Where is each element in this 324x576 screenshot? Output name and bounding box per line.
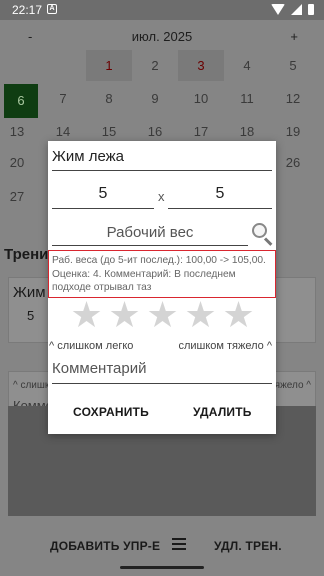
calendar-day[interactable]: 4 (224, 50, 270, 81)
card-hint-high: яжело ^ (274, 380, 311, 391)
calendar-day[interactable]: 6 (4, 84, 38, 118)
calendar-day[interactable]: 26 (270, 147, 316, 178)
sets-field[interactable]: 5 (52, 185, 154, 209)
star-icon[interactable]: ★ (222, 297, 255, 333)
reps-field[interactable]: 5 (168, 185, 272, 209)
battery-icon (308, 4, 314, 15)
calendar-day[interactable]: 2 (132, 50, 178, 81)
menu-icon[interactable] (172, 538, 186, 550)
star-icon[interactable]: ★ (184, 297, 217, 333)
card-value: 5 (27, 308, 35, 323)
exercise-dialog: Жим лежа 5 x 5 Рабочий вес Раб. веса (до… (48, 141, 276, 434)
card-title: Жим (13, 284, 46, 301)
clock: 22:17 (12, 3, 43, 17)
card-hint-low: ^ слишк (13, 380, 50, 391)
calendar-day[interactable]: 1 (86, 50, 132, 81)
status-bar: 22:17 A (0, 0, 324, 20)
star-icon[interactable]: ★ (146, 297, 179, 333)
calendar-day[interactable]: 9 (132, 83, 178, 114)
calendar-day[interactable]: 11 (224, 83, 270, 114)
comment-field[interactable]: Комментарий (52, 360, 272, 384)
scale-low-label: ^ слишком легко (49, 340, 134, 352)
scale-high-label: слишком тяжело ^ (178, 340, 272, 352)
star-icon[interactable]: ★ (70, 297, 103, 333)
star-icon[interactable]: ★ (108, 297, 141, 333)
month-title: июл. 2025 (131, 29, 193, 44)
times-sign: x (158, 189, 165, 204)
next-month-button[interactable]: + (290, 29, 298, 44)
calendar-day[interactable]: 20 (0, 147, 40, 178)
section-title: Трени (4, 246, 49, 263)
search-icon[interactable] (252, 223, 274, 246)
delete-button[interactable]: УДАЛИТЬ (193, 405, 252, 419)
calendar-day[interactable]: 27 (0, 181, 40, 212)
calendar-day[interactable]: 10 (178, 83, 224, 114)
calendar-day[interactable]: 13 (0, 116, 40, 147)
calendar-day[interactable]: 5 (270, 50, 316, 81)
calendar-day[interactable]: 8 (86, 83, 132, 114)
status-icons (271, 4, 314, 15)
save-button[interactable]: СОХРАНИТЬ (73, 405, 149, 419)
exercise-name-field[interactable]: Жим лежа (52, 148, 272, 171)
notification-icon: A (47, 4, 57, 14)
calendar-day[interactable]: 7 (40, 83, 86, 114)
calendar-day[interactable]: 12 (270, 83, 316, 114)
add-exercise-button[interactable]: ДОБАВИТЬ УПР-Е (50, 539, 160, 553)
gesture-bar (120, 566, 204, 569)
delete-workout-button[interactable]: УДЛ. ТРЕН. (214, 539, 282, 553)
wifi-icon (271, 4, 285, 15)
calendar-day[interactable]: 19 (270, 116, 316, 147)
calendar-day[interactable]: 3 (178, 50, 224, 81)
rating-stars[interactable]: ★ ★ ★ ★ ★ (70, 297, 255, 333)
history-info: Раб. веса (до 5-ит послед.): 100,00 -> 1… (48, 250, 276, 298)
signal-icon (291, 4, 302, 15)
working-weight-field[interactable]: Рабочий вес (52, 224, 248, 246)
calendar-header: - июл. 2025 + (0, 26, 324, 46)
